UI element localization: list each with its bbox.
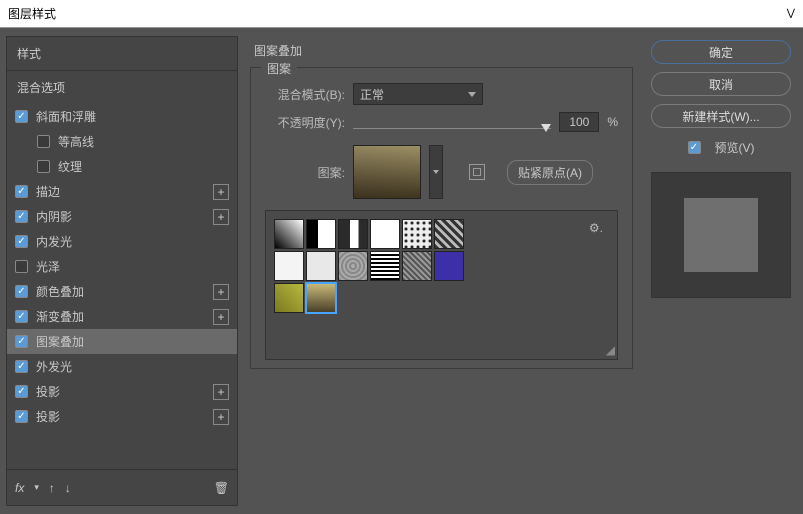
style-checkbox[interactable] (15, 285, 28, 298)
style-label: 渐变叠加 (36, 308, 213, 325)
panel-title: 图案叠加 (250, 36, 633, 65)
snap-origin-icon[interactable] (469, 164, 485, 180)
pattern-swatch[interactable] (274, 251, 304, 281)
style-label: 描边 (36, 183, 213, 200)
style-row[interactable]: 内阴影+ (7, 204, 237, 229)
style-label: 等高线 (58, 133, 229, 150)
style-row[interactable]: 斜面和浮雕 (7, 104, 237, 129)
ok-button[interactable]: 确定 (651, 40, 791, 64)
opacity-unit: % (607, 115, 618, 129)
style-label: 内发光 (36, 233, 229, 250)
pattern-swatch[interactable] (338, 219, 368, 249)
style-row[interactable]: 纹理 (7, 154, 237, 179)
style-label: 图案叠加 (36, 333, 229, 350)
style-row[interactable]: 渐变叠加+ (7, 304, 237, 329)
blend-mode-select[interactable]: 正常 (353, 83, 483, 105)
style-row[interactable]: 等高线 (7, 129, 237, 154)
pattern-swatch[interactable] (306, 283, 336, 313)
pattern-swatch[interactable] (306, 251, 336, 281)
title-bar: 图层样式 ⋁ (0, 0, 803, 28)
preview-swatch (684, 198, 758, 272)
style-row[interactable]: 投影+ (7, 404, 237, 429)
styles-sidebar: 样式 混合选项 斜面和浮雕等高线纹理描边+内阴影+内发光光泽颜色叠加+渐变叠加+… (6, 36, 238, 506)
pattern-label: 图案: (265, 164, 345, 181)
arrow-up-icon[interactable]: ↑ (49, 481, 55, 495)
opacity-label: 不透明度(Y): (265, 114, 345, 131)
window-title: 图层样式 (8, 5, 56, 22)
pattern-swatch[interactable] (370, 251, 400, 281)
add-effect-icon[interactable]: + (213, 384, 229, 400)
preview-checkbox[interactable]: ✓ (688, 141, 701, 154)
style-checkbox[interactable] (15, 410, 28, 423)
action-panel: 确定 取消 新建样式(W)... ✓ 预览(V) (645, 36, 797, 506)
fieldset-legend: 图案 (261, 60, 297, 77)
pattern-swatch[interactable] (338, 251, 368, 281)
add-effect-icon[interactable]: + (213, 309, 229, 325)
style-label: 投影 (36, 383, 213, 400)
pattern-picker: ⚙. ◢ (265, 210, 618, 360)
new-style-button[interactable]: 新建样式(W)... (651, 104, 791, 128)
style-row[interactable]: 描边+ (7, 179, 237, 204)
style-label: 投影 (36, 408, 213, 425)
style-list: 斜面和浮雕等高线纹理描边+内阴影+内发光光泽颜色叠加+渐变叠加+图案叠加外发光投… (7, 104, 237, 469)
add-effect-icon[interactable]: + (213, 184, 229, 200)
opacity-input[interactable]: 100 (559, 112, 599, 132)
pattern-swatch[interactable] (370, 219, 400, 249)
fx-icon[interactable]: fx (15, 481, 24, 495)
preview-label: 预览(V) (715, 139, 755, 156)
pattern-swatch[interactable] (434, 219, 464, 249)
blend-mode-label: 混合模式(B): (265, 86, 345, 103)
style-checkbox[interactable] (37, 160, 50, 173)
style-checkbox[interactable] (15, 260, 28, 273)
pattern-swatch[interactable] (274, 219, 304, 249)
style-checkbox[interactable] (15, 210, 28, 223)
style-checkbox[interactable] (15, 185, 28, 198)
preview-box (651, 172, 791, 298)
snap-origin-button[interactable]: 贴紧原点(A) (507, 160, 593, 185)
style-label: 外发光 (36, 358, 229, 375)
pattern-fieldset: 图案 混合模式(B): 正常 不透明度(Y): 100 % 图案: (250, 67, 633, 369)
style-label: 光泽 (36, 258, 229, 275)
sidebar-footer: fx ▾ ↑ ↓ 🗑 (7, 469, 237, 505)
add-effect-icon[interactable]: + (213, 409, 229, 425)
style-row[interactable]: 投影+ (7, 379, 237, 404)
style-checkbox[interactable] (15, 335, 28, 348)
pattern-dropdown[interactable] (429, 145, 443, 199)
style-checkbox[interactable] (15, 110, 28, 123)
style-label: 内阴影 (36, 208, 213, 225)
style-label: 斜面和浮雕 (36, 108, 229, 125)
style-checkbox[interactable] (15, 235, 28, 248)
pattern-swatch[interactable] (402, 219, 432, 249)
resize-grip-icon[interactable]: ◢ (606, 343, 615, 357)
options-panel: 图案叠加 图案 混合模式(B): 正常 不透明度(Y): 100 % 图案: (238, 36, 645, 506)
chevron-down-icon[interactable]: ▾ (34, 482, 39, 493)
style-label: 纹理 (58, 158, 229, 175)
style-row[interactable]: 颜色叠加+ (7, 279, 237, 304)
opacity-slider[interactable] (353, 120, 551, 124)
cancel-button[interactable]: 取消 (651, 72, 791, 96)
pattern-swatch[interactable] (402, 251, 432, 281)
style-checkbox[interactable] (37, 135, 50, 148)
style-row[interactable]: 图案叠加 (7, 329, 237, 354)
add-effect-icon[interactable]: + (213, 284, 229, 300)
blend-options-header[interactable]: 混合选项 (7, 70, 237, 104)
style-checkbox[interactable] (15, 360, 28, 373)
gear-icon[interactable]: ⚙. (589, 221, 603, 235)
styles-header: 样式 (7, 37, 237, 70)
add-effect-icon[interactable]: + (213, 209, 229, 225)
style-row[interactable]: 内发光 (7, 229, 237, 254)
pattern-swatch[interactable] (434, 251, 464, 281)
style-checkbox[interactable] (15, 385, 28, 398)
style-checkbox[interactable] (15, 310, 28, 323)
pattern-thumbnail[interactable] (353, 145, 421, 199)
arrow-down-icon[interactable]: ↓ (65, 481, 71, 495)
style-row[interactable]: 外发光 (7, 354, 237, 379)
pattern-swatch[interactable] (306, 219, 336, 249)
style-label: 颜色叠加 (36, 283, 213, 300)
pattern-swatch[interactable] (274, 283, 304, 313)
chevron-down-icon[interactable]: ⋁ (787, 8, 795, 19)
style-row[interactable]: 光泽 (7, 254, 237, 279)
trash-icon[interactable]: 🗑 (214, 481, 229, 495)
